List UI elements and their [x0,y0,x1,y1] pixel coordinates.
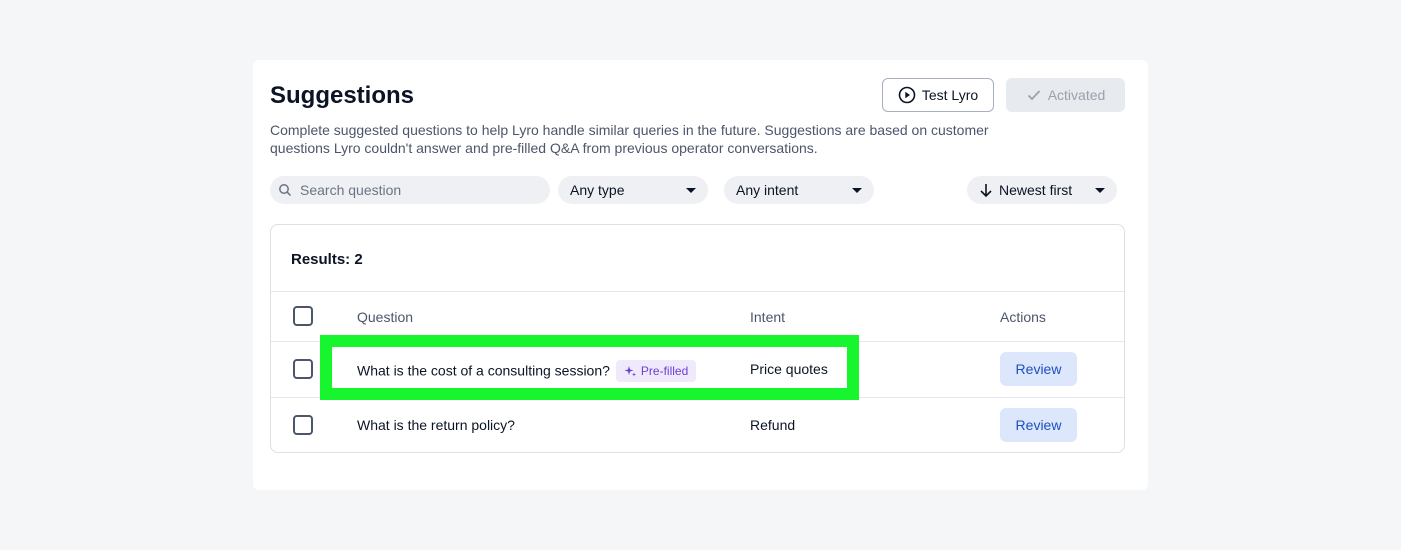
caret-down-icon [1095,187,1105,193]
column-header-intent: Intent [750,309,786,325]
badge-label: Pre-filled [640,364,689,378]
test-lyro-label: Test Lyro [921,87,979,103]
intent-filter-label: Any intent [736,182,799,198]
search-field[interactable] [270,176,550,204]
test-lyro-button[interactable]: Test Lyro [882,78,994,112]
question-cell: What is the cost of a consulting session… [357,360,697,383]
sort-select[interactable]: Newest first [967,176,1117,204]
review-button[interactable]: Review [1000,408,1077,442]
results-count: Results: 2 [291,251,363,268]
row-checkbox[interactable] [293,359,313,379]
table-row: What is the cost of a consulting session… [271,341,1124,397]
check-icon [1027,90,1040,101]
search-icon [279,184,292,197]
arrow-down-icon [980,184,992,198]
page-title: Suggestions [270,82,415,109]
intent-cell: Refund [750,417,796,433]
prefilled-badge: Pre-filled [615,360,697,382]
table-row: What is the return policy? Refund Review [271,397,1124,453]
caret-down-icon [852,187,862,193]
activated-label: Activated [1047,87,1106,103]
intent-cell: Price quotes [750,361,828,377]
caret-down-icon [686,187,696,193]
page-description: Complete suggested questions to help Lyr… [270,122,989,156]
row-checkbox[interactable] [293,415,313,435]
review-button[interactable]: Review [1000,352,1077,386]
suggestions-card: Suggestions Complete suggested questions… [253,60,1148,490]
sort-label: Newest first [999,182,1073,198]
results-table: Results: 2 Question Intent Actions What … [270,224,1125,453]
question-text: What is the cost of a consulting session… [357,362,610,379]
activated-button[interactable]: Activated [1006,78,1125,112]
column-header-actions: Actions [1000,309,1046,325]
play-circle-icon [898,86,916,104]
search-input[interactable] [300,182,540,198]
column-header-question: Question [357,309,414,325]
intent-filter-select[interactable]: Any intent [724,176,874,204]
type-filter-label: Any type [570,182,625,198]
select-all-checkbox[interactable] [293,306,313,326]
table-header-row: Question Intent Actions [271,291,1124,341]
type-filter-select[interactable]: Any type [558,176,708,204]
sparkle-icon [624,365,636,376]
question-text: What is the return policy? [357,417,515,433]
